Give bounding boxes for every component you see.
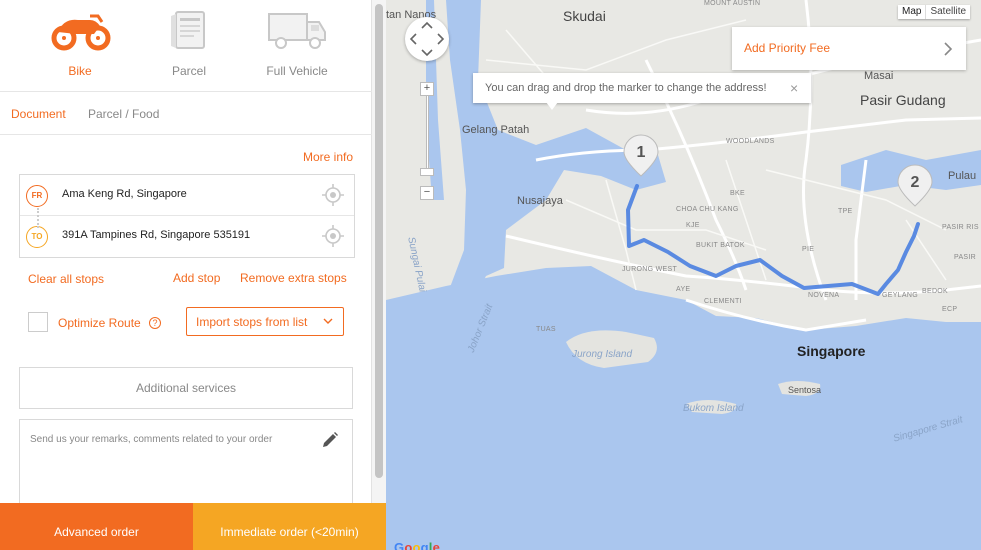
remarks-field[interactable]: Send us your remarks, comments related t… <box>19 419 353 509</box>
google-logo: Google <box>394 540 441 550</box>
map-label-tuas: TUAS <box>536 326 556 333</box>
more-info-link[interactable]: More info <box>303 150 353 164</box>
panel-scrollbar[interactable] <box>372 0 386 503</box>
map-label-bukom-island: Bukom Island <box>683 403 744 414</box>
tab-document[interactable]: Document <box>11 107 66 121</box>
priority-fee-label: Add Priority Fee <box>744 41 831 55</box>
immediate-order-button[interactable]: Immediate order (<20min) <box>193 503 386 550</box>
tab-parcel-food[interactable]: Parcel / Food <box>88 107 159 121</box>
map-label-tpe: TPE <box>838 208 853 215</box>
parcel-icon <box>171 11 205 49</box>
stops-list: FR Ama Keng Rd, Singapore TO 391A Tampin… <box>19 174 355 258</box>
map-view[interactable]: Skudai MOUNT AUSTIN tan Nanos Masai Pasi… <box>386 0 981 550</box>
chevron-right-icon <box>944 42 953 56</box>
vehicle-type-label: Full Vehicle <box>266 64 328 78</box>
scrollbar-thumb[interactable] <box>375 4 383 478</box>
route-marker-2[interactable]: 2 <box>897 167 933 213</box>
map-label-pasir-ris: PASIR RIS <box>942 224 979 231</box>
map-label-novena: NOVENA <box>808 292 840 299</box>
map-type-toggle: Map Satellite <box>898 5 971 19</box>
map-label-skudai: Skudai <box>563 8 606 24</box>
map-label-woodlands: WOODLANDS <box>726 138 775 145</box>
stop-connector <box>37 208 39 228</box>
map-label-masai: Masai <box>864 70 894 82</box>
add-stop-link[interactable]: Add stop <box>173 271 220 285</box>
map-label-bukit-batok: BUKIT BATOK <box>696 242 745 249</box>
optimize-route-label[interactable]: Optimize Route <box>58 316 141 330</box>
stop-address-from[interactable]: Ama Keng Rd, Singapore <box>62 188 187 200</box>
stop-row-from[interactable]: FR Ama Keng Rd, Singapore <box>20 175 354 216</box>
map-label-jurong-west: JURONG WEST <box>622 266 678 273</box>
vehicle-type-label: Parcel <box>171 64 206 78</box>
map-label-pulau: Pulau <box>948 170 977 182</box>
map-label-ecp: ECP <box>942 306 958 313</box>
import-stops-label: Import stops from list <box>196 314 308 329</box>
clear-all-stops-link[interactable]: Clear all stops <box>28 272 104 286</box>
map-label-gelang-patah: Gelang Patah <box>462 124 530 136</box>
map-label-choa-chu-kang: CHOA CHU KANG <box>676 206 739 213</box>
zoom-out-button[interactable]: − <box>420 186 434 200</box>
map-label-mount-austin: MOUNT AUSTIN <box>704 0 761 7</box>
pan-arrows-icon <box>409 21 445 57</box>
route-marker-1[interactable]: 1 <box>623 137 659 183</box>
order-panel: Bike Parcel Full Vehicle Document Parcel… <box>0 0 386 550</box>
optimize-route-checkbox[interactable] <box>28 312 48 332</box>
locate-icon[interactable] <box>321 183 345 207</box>
map-pan-control[interactable] <box>405 17 449 61</box>
map-label-aye: AYE <box>676 286 691 293</box>
help-icon[interactable]: ? <box>149 317 161 329</box>
map-label-kje: KJE <box>686 222 700 229</box>
vehicle-type-full-vehicle[interactable]: Full Vehicle <box>242 0 352 92</box>
vehicle-type-label: Bike <box>68 64 92 78</box>
stop-row-to[interactable]: TO 391A Tampines Rd, Singapore 535191 <box>20 216 354 257</box>
map-label-jurong-island: Jurong Island <box>572 349 633 360</box>
map-label-nusajaya: Nusajaya <box>517 195 563 207</box>
map-type-satellite-button[interactable]: Satellite <box>926 5 970 19</box>
map-type-map-button[interactable]: Map <box>898 5 927 19</box>
map-label-geylang: GEYLANG <box>882 292 918 299</box>
route-line <box>626 184 920 296</box>
map-label-pasir-gudang: Pasir Gudang <box>860 92 946 108</box>
map-label-singapore: Singapore <box>797 343 866 359</box>
motorbike-icon <box>51 14 111 51</box>
vehicle-type-selector: Bike Parcel Full Vehicle <box>0 0 372 92</box>
import-stops-button[interactable]: Import stops from list <box>186 307 344 336</box>
map-label-clementi: CLEMENTI <box>704 298 742 305</box>
zoom-slider-handle[interactable] <box>420 168 434 176</box>
map-label-bedok: BEDOK <box>922 288 949 295</box>
chevron-down-icon <box>323 318 333 324</box>
vehicle-type-parcel[interactable]: Parcel <box>134 0 244 92</box>
delivery-category-tabs: Document Parcel / Food <box>0 93 372 135</box>
map-label-pasir: PASIR <box>954 254 976 261</box>
stop-badge-from: FR <box>26 185 48 207</box>
close-icon[interactable]: × <box>790 80 798 96</box>
route-marker-number: 2 <box>910 174 920 191</box>
map-label-bke: BKE <box>730 190 745 197</box>
tooltip-arrow <box>546 102 558 110</box>
additional-services-button[interactable]: Additional services <box>19 367 353 409</box>
map-label-pie: PIE <box>802 246 815 253</box>
tooltip-text: You can drag and drop the marker to chan… <box>485 82 767 94</box>
remarks-placeholder: Send us your remarks, comments related t… <box>30 434 273 445</box>
drag-marker-tooltip: You can drag and drop the marker to chan… <box>473 73 811 103</box>
locate-icon[interactable] <box>321 224 345 248</box>
zoom-slider-track[interactable] <box>426 96 429 168</box>
advanced-order-button[interactable]: Advanced order <box>0 503 193 550</box>
pencil-icon <box>323 432 338 447</box>
map-label-sentosa: Sentosa <box>788 385 822 395</box>
stop-badge-to: TO <box>26 226 48 248</box>
zoom-in-button[interactable]: + <box>420 82 434 96</box>
truck-icon <box>268 13 326 49</box>
remove-extra-stops-link[interactable]: Remove extra stops <box>240 271 347 285</box>
stop-address-to[interactable]: 391A Tampines Rd, Singapore 535191 <box>62 229 250 241</box>
vehicle-type-bike[interactable]: Bike <box>25 0 135 92</box>
add-priority-fee-button[interactable]: Add Priority Fee <box>732 27 966 70</box>
route-marker-number: 1 <box>636 144 646 161</box>
